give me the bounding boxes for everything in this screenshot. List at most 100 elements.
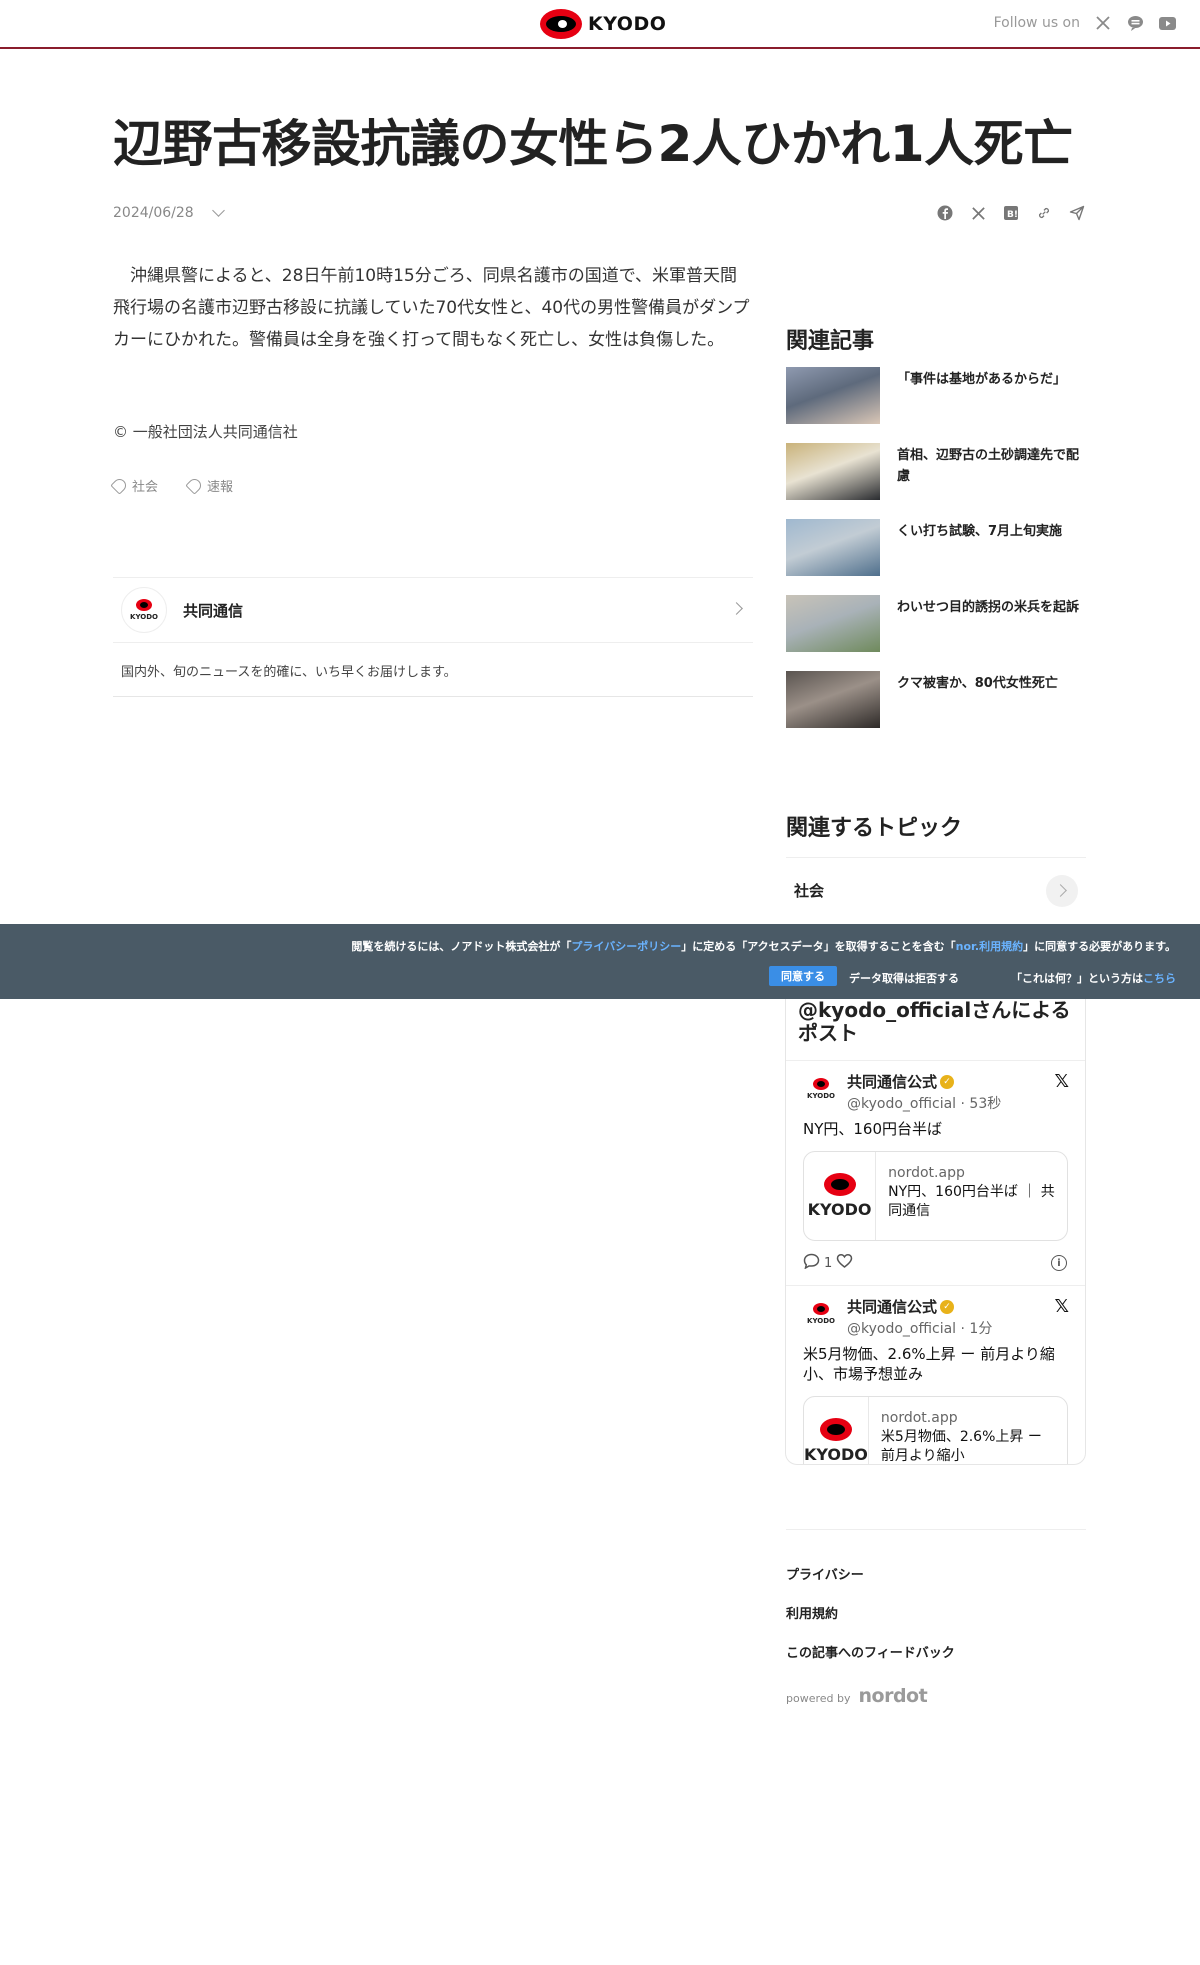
link-card[interactable]: KYODO nordot.app 米5月物価、2.6%上昇 ー 前月より縮小 xyxy=(803,1396,1068,1464)
related-list: 「事件は基地があるからだ」 首相、辺野古の土砂調達先で配慮 くい打ち試験、7月上… xyxy=(786,367,1086,747)
here-link[interactable]: こちら xyxy=(1143,972,1176,985)
x-icon[interactable] xyxy=(1094,14,1112,32)
x-timeline: @kyodo_officialさんによるポスト KYODO 共同通信公式 ✓ @… xyxy=(785,999,1086,1465)
tweet-handle[interactable]: @kyodo_official · 53秒 xyxy=(847,1093,1001,1113)
publisher-name: 共同通信 xyxy=(183,601,244,620)
tweet[interactable]: KYODO 共同通信公式 ✓ @kyodo_official · 1分 𝕏 米5… xyxy=(786,1286,1085,1464)
avatar-text: KYODO xyxy=(807,1317,835,1325)
kyodo-logo-icon xyxy=(136,599,152,611)
related-title: くい打ち試験、7月上旬実施 xyxy=(897,524,1063,539)
tag-list: 社会 速報 xyxy=(110,476,234,495)
powered-by-label: powered by xyxy=(786,1692,851,1705)
publisher-avatar: KYODO xyxy=(121,587,167,633)
heart-icon[interactable] xyxy=(836,1253,853,1273)
consent-message: 閲覧を続けるには、ノアドット株式会社が「プライバシーポリシー」に定める「アクセス… xyxy=(351,938,1176,954)
terms-of-use-link[interactable]: 利用規約 xyxy=(786,1603,955,1622)
topic-item[interactable]: 社会 xyxy=(786,857,1086,922)
link-icon[interactable] xyxy=(1035,204,1053,222)
related-item[interactable]: くい打ち試験、7月上旬実施 xyxy=(786,519,1086,576)
reject-link[interactable]: データ取得は拒否する xyxy=(849,970,959,986)
chevron-right-icon xyxy=(1046,875,1078,907)
logo-text: KYODO xyxy=(588,13,667,35)
related-thumbnail xyxy=(786,443,880,500)
tag-icon xyxy=(110,476,129,495)
card-title: NY円、160円台半ば ｜ 共同通信 xyxy=(888,1184,1055,1219)
powered-by[interactable]: powered by nordot xyxy=(786,1685,928,1707)
related-title: わいせつ目的誘拐の米兵を起訴 xyxy=(897,600,1080,615)
youtube-icon[interactable] xyxy=(1158,14,1176,32)
avatar[interactable]: KYODO xyxy=(803,1296,839,1332)
article-title: 辺野古移設抗議の女性ら2人ひかれ1人死亡 xyxy=(113,115,1073,173)
svg-text:B!: B! xyxy=(1007,210,1018,220)
publisher-link[interactable]: KYODO 共同通信 xyxy=(113,578,753,643)
related-thumbnail xyxy=(786,367,880,424)
consent-text: 閲覧を続けるには、ノアドット株式会社が「 xyxy=(351,940,572,953)
copyright: © 一般社団法人共同通信社 xyxy=(113,423,298,441)
chevron-down-icon[interactable] xyxy=(211,204,225,217)
related-thumbnail xyxy=(786,671,880,728)
related-title: 首相、辺野古の土砂調達先で配慮 xyxy=(897,448,1080,484)
card-logo-text: KYODO xyxy=(804,1445,868,1464)
feedback-link[interactable]: この記事へのフィードバック xyxy=(786,1642,955,1661)
share-bar: B! xyxy=(936,204,1086,222)
kyodo-logo-icon xyxy=(819,1418,852,1441)
tag-item[interactable]: 社会 xyxy=(110,476,158,495)
send-icon[interactable] xyxy=(1068,204,1086,222)
privacy-policy-link[interactable]: プライバシーポリシー xyxy=(571,940,681,953)
related-thumbnail xyxy=(786,519,880,576)
tweet-text: NY円、160円台半ば xyxy=(803,1120,943,1138)
article-body: 沖縄県警によると、28日午前10時15分ごろ、同県名護市の国道で、米軍普天間飛行… xyxy=(113,266,750,350)
agree-button[interactable]: 同意する xyxy=(769,966,837,986)
follow-us: Follow us on xyxy=(994,14,1176,32)
site-header: KYODO Follow us on xyxy=(0,0,1200,49)
tag-item[interactable]: 速報 xyxy=(185,476,234,495)
x-icon[interactable]: 𝕏 xyxy=(1054,1296,1069,1317)
reply-icon[interactable] xyxy=(803,1253,820,1273)
tweet-actions: 1 i xyxy=(803,1241,1068,1285)
avatar[interactable]: KYODO xyxy=(803,1071,839,1107)
author-name: 共同通信公式 xyxy=(847,1073,938,1091)
follow-label: Follow us on xyxy=(993,15,1080,31)
info-icon[interactable]: i xyxy=(1051,1255,1067,1271)
consent-text: 」に同意する必要があります。 xyxy=(1023,940,1176,953)
card-domain: nordot.app xyxy=(880,1410,958,1426)
avatar-text: KYODO xyxy=(807,1092,835,1100)
x-icon[interactable]: 𝕏 xyxy=(1054,1071,1069,1092)
tag-label: 速報 xyxy=(207,480,234,495)
tweet[interactable]: KYODO 共同通信公式 ✓ @kyodo_official · 53秒 𝕏 N… xyxy=(786,1061,1085,1286)
tweet-handle[interactable]: @kyodo_official · 1分 xyxy=(847,1318,992,1338)
related-heading: 関連記事 xyxy=(786,329,875,354)
kyodo-logo[interactable]: KYODO xyxy=(540,8,666,40)
facebook-icon[interactable] xyxy=(936,204,954,222)
x-icon[interactable] xyxy=(969,204,987,222)
related-item[interactable]: クマ被害か、80代女性死亡 xyxy=(786,671,1086,728)
article-meta: 2024/06/28 xyxy=(113,204,225,221)
timeline-heading: @kyodo_officialさんによるポスト xyxy=(786,999,1085,1061)
author-name: 共同通信公式 xyxy=(847,1298,938,1316)
kyodo-logo-icon xyxy=(813,1303,829,1315)
related-item[interactable]: わいせつ目的誘拐の米兵を起訴 xyxy=(786,595,1086,652)
related-item[interactable]: 「事件は基地があるからだ」 xyxy=(786,367,1086,424)
topics-heading: 関連するトピック xyxy=(786,816,963,841)
footer-divider xyxy=(786,1529,1086,1530)
kyodo-logo-icon xyxy=(540,9,582,39)
kyodo-logo-icon xyxy=(813,1078,829,1090)
link-card[interactable]: KYODO nordot.app NY円、160円台半ば ｜ 共同通信 xyxy=(803,1151,1068,1241)
footer-links: プライバシー 利用規約 この記事へのフィードバック xyxy=(786,1564,955,1681)
hatena-icon[interactable]: B! xyxy=(1002,204,1020,222)
tweet-author[interactable]: 共同通信公式 ✓ xyxy=(847,1296,992,1317)
line-icon[interactable] xyxy=(1126,14,1144,32)
verified-icon: ✓ xyxy=(940,1299,955,1314)
related-item[interactable]: 首相、辺野古の土砂調達先で配慮 xyxy=(786,443,1086,500)
what-is-this: 「これは何？」という方はこちら xyxy=(1011,970,1176,986)
card-logo-text: KYODO xyxy=(807,1200,872,1219)
related-title: クマ被害か、80代女性死亡 xyxy=(897,676,1058,691)
article-date: 2024/06/28 xyxy=(113,205,194,221)
chevron-right-icon xyxy=(730,602,743,615)
privacy-link[interactable]: プライバシー xyxy=(786,1564,955,1583)
terms-link[interactable]: nor.利用規約 xyxy=(956,940,1023,953)
publisher-box: KYODO 共同通信 国内外、旬のニュースを的確に、いち早くお届けします。 xyxy=(113,577,753,697)
related-thumbnail xyxy=(786,595,880,652)
card-logo: KYODO xyxy=(804,1397,869,1464)
tweet-author[interactable]: 共同通信公式 ✓ xyxy=(847,1071,1001,1092)
